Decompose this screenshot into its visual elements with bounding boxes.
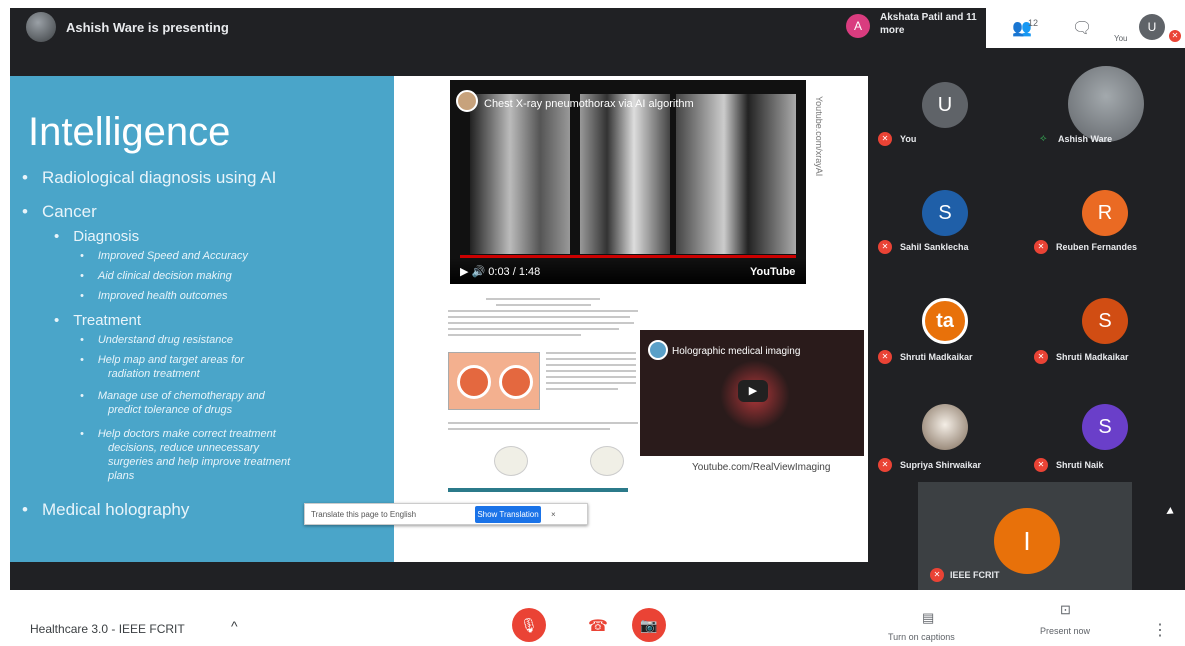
play-controls[interactable]: ▶ 🔊 0:03 / 1:48 [460,265,540,278]
device-illustration [590,446,624,476]
cell-right [499,365,533,399]
meet-window: Ashish Ware is presenting A Akshata Pati… [0,0,1185,646]
presenter-avatar [26,12,56,42]
mic-off-icon: ✕ [1034,240,1048,254]
channel-avatar [648,340,668,360]
people-illustration [494,446,528,476]
article-lower-text [448,422,638,434]
mic-off-icon: ✕ [1169,30,1181,42]
youtube-logo[interactable]: YouTube [750,266,795,278]
self-avatar[interactable]: U [1139,14,1165,40]
avatar-ieee: I [994,508,1060,574]
avatar-shruti-m: ta [922,298,968,344]
translate-label: Translate this page to English [311,510,417,519]
video-title: Holographic medical imaging [672,346,801,357]
avatar-you: U [922,82,968,128]
avatar-supriya [922,404,968,450]
speaking-icon: ⟡ [1040,133,1047,144]
bullet-chemo-1: Manage use of chemotherapy and [97,390,265,402]
bullet-doctors-1: Help doctors make correct treatment [97,428,276,440]
more-options-icon[interactable]: ⋮ [1152,620,1168,640]
presenting-label: Ashish Ware is presenting [66,20,229,35]
mic-off-icon: ✕ [878,132,892,146]
participant-name-reuben: Reuben Fernandes [1056,242,1138,252]
video-progress[interactable] [460,255,796,258]
chevron-up-icon[interactable]: ^ [231,618,238,634]
video-caption: Youtube.com/RealViewImaging [692,462,831,473]
show-translation-button[interactable]: Show Translation [475,506,541,523]
participant-name-ieee: IEEE FCRIT [950,570,1000,580]
bullet-radiation-1: Help map and target areas for [97,354,244,366]
slide-media-panel: Chest X-ray pneumothorax via AI algorith… [394,76,868,562]
joined-avatar: A [846,14,870,38]
present-icon[interactable]: ⊡ [1060,602,1071,618]
joined-participants[interactable]: Akshata Patil and 11 more [880,11,980,37]
bullet-outcomes: Improved health outcomes [97,290,228,302]
play-icon[interactable]: ▶ [738,380,768,402]
bullet-decision: Aid clinical decision making [97,270,232,282]
bullet-speed: Improved Speed and Accuracy [97,250,248,262]
cell-image [448,352,540,410]
participant-name-sahil: Sahil Sanklecha [900,242,969,252]
mic-off-icon: ✕ [878,240,892,254]
mic-off-icon: ✕ [1034,458,1048,472]
top-controls: 👥 12 🗨 You U ✕ [986,8,1185,48]
participant-name-shruti-m: Shruti Madkaikar [900,352,973,362]
captions-label[interactable]: Turn on captions [888,632,955,642]
present-label[interactable]: Present now [1040,626,1090,636]
xray-image-left [470,94,570,254]
bullet-doctors-2: decisions, reduce unnecessary [108,442,260,454]
bullet-chemo-2: predict tolerance of drugs [108,404,233,416]
participant-name-supriya: Supriya Shirwaikar [900,460,982,470]
bottom-bar: Healthcare 3.0 - IEEE FCRIT ^ 🎙 ☎ 📷 ▤ Tu… [0,590,1185,646]
bullet-radiological: Radiological diagnosis using AI [41,168,277,187]
bullet-cancer: Cancer [41,202,97,221]
xray-video[interactable]: Chest X-ray pneumothorax via AI algorith… [450,80,806,284]
translate-bar: Translate this page to English Show Tran… [304,503,588,525]
xray-image-mid [580,94,670,254]
close-icon[interactable]: × [551,510,556,519]
self-label: You [1114,34,1128,43]
channel-avatar [456,90,478,112]
camera-toggle-button[interactable]: 📷 [632,608,666,642]
bullet-treatment: Treatment [73,312,142,329]
captions-icon[interactable]: ▤ [922,610,934,626]
mic-off-icon: ✕ [1034,350,1048,364]
participant-name-shruti-m2: Shruti Madkaikar [1056,352,1129,362]
avatar-sahil: S [922,190,968,236]
bullet-resistance: Understand drug resistance [97,334,233,346]
slide-text-panel: Intelligence • Radiological diagnosis usi… [10,76,394,562]
bullet-holography: Medical holography [41,500,190,519]
chat-icon[interactable]: 🗨 [1072,18,1092,38]
bullet-radiation-2: radiation treatment [108,368,200,380]
source-label: Youtube.com/xrayAI [814,96,824,177]
avatar-reuben: R [1082,190,1128,236]
mic-toggle-button[interactable]: 🎙 [512,608,546,642]
holography-video[interactable]: Holographic medical imaging ▶ [640,330,864,456]
timeline-bar [448,488,628,492]
article-side-text [546,352,636,394]
xray-image-right [676,94,796,254]
mic-off-icon: ✕ [878,458,892,472]
mic-off-icon: ✕ [930,568,944,582]
meeting-title[interactable]: Healthcare 3.0 - IEEE FCRIT [30,622,185,636]
avatar-ashish [1068,66,1144,142]
avatar-shruti-n: S [1082,404,1128,450]
participant-name-shruti-n: Shruti Naik [1056,460,1104,470]
video-title: Chest X-ray pneumothorax via AI algorith… [484,98,694,110]
bullet-diagnosis: Diagnosis [73,228,140,245]
avatar-shruti-m2: S [1082,298,1128,344]
bullet-doctors-4: plans [108,470,135,482]
mic-off-icon: ✕ [878,350,892,364]
participant-count: 12 [1028,18,1039,28]
cell-left [457,365,491,399]
participant-name-ashish: Ashish Ware [1058,134,1113,144]
bullet-doctors-3: surgeries and help improve treatment [108,456,291,468]
article-text [448,298,638,340]
presentation-slide: Intelligence • Radiological diagnosis usi… [10,76,868,562]
slide-title: Intelligence [28,110,231,154]
hang-up-button[interactable]: ☎ [588,616,608,636]
participant-name-you: You [900,134,917,144]
